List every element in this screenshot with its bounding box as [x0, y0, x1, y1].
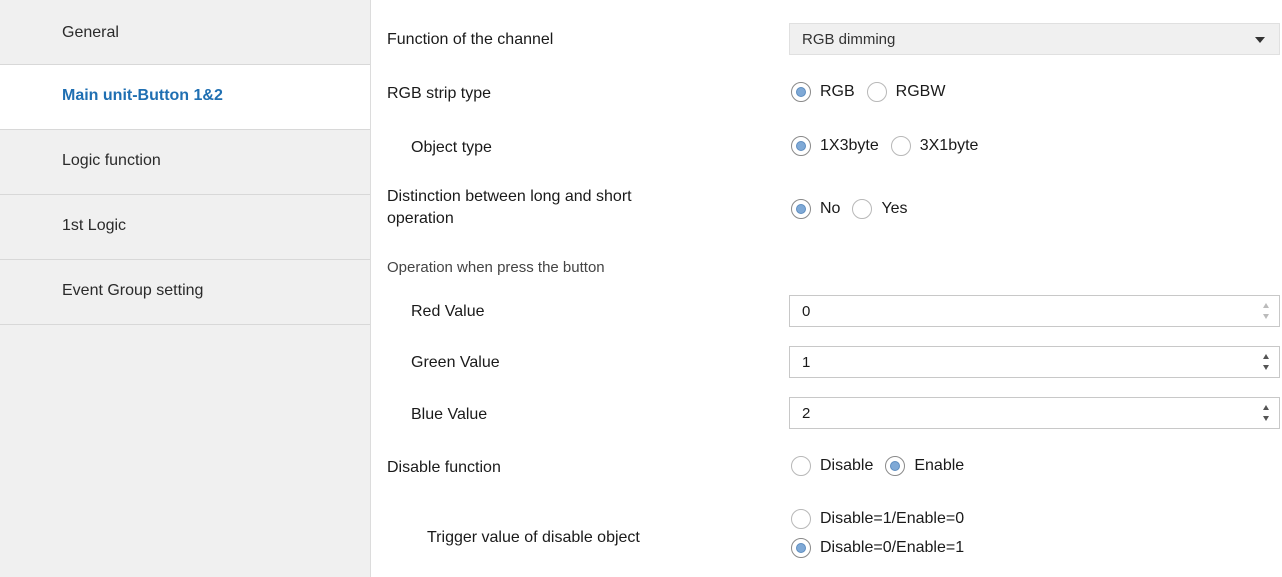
- distinction-option-yes[interactable]: Yes: [852, 199, 908, 219]
- blue-value-stepper[interactable]: 2: [789, 397, 1280, 429]
- operation-section-heading: Operation when press the button: [387, 259, 605, 276]
- sidebar: General Main unit-Button 1&2 Logic funct…: [0, 0, 371, 577]
- radio-checked-icon: [791, 82, 811, 102]
- green-value-stepper[interactable]: 1: [789, 346, 1280, 378]
- green-value-input[interactable]: 1: [802, 354, 810, 371]
- trigger-value-option-disable1-enable0[interactable]: Disable=1/Enable=0: [791, 509, 964, 529]
- option-label: 3X1byte: [919, 137, 979, 154]
- radio-checked-icon: [791, 538, 811, 558]
- object-type-option-1x3byte[interactable]: 1X3byte: [791, 136, 879, 156]
- trigger-value-option-disable0-enable1[interactable]: Disable=0/Enable=1: [791, 538, 964, 558]
- sidebar-item-main-unit-button[interactable]: Main unit-Button 1&2: [0, 65, 370, 130]
- radio-unchecked-icon: [866, 82, 887, 102]
- object-type-option-3x1byte[interactable]: 3X1byte: [890, 136, 979, 156]
- distinction-label-line1: Distinction between long and short: [387, 188, 632, 205]
- red-value-label: Red Value: [411, 303, 485, 320]
- trigger-value-label: Trigger value of disable object: [427, 529, 640, 546]
- sidebar-item-1st-logic[interactable]: 1st Logic: [0, 195, 370, 260]
- radio-checked-icon: [791, 136, 811, 156]
- sidebar-item-label: Main unit-Button 1&2: [62, 87, 223, 104]
- distinction-option-no[interactable]: No: [791, 199, 840, 219]
- sidebar-item-label: 1st Logic: [62, 217, 127, 234]
- radio-checked-icon: [885, 456, 906, 476]
- trigger-value-radio-group: Disable=1/Enable=0 Disable=0/Enable=1: [791, 509, 976, 567]
- strip-type-label: RGB strip type: [387, 85, 492, 102]
- red-value-input[interactable]: 0: [802, 303, 810, 320]
- function-channel-value: RGB dimming: [802, 31, 896, 48]
- blue-value-input[interactable]: 2: [802, 405, 810, 422]
- object-type-label: Object type: [411, 139, 492, 156]
- option-label: Yes: [881, 200, 908, 217]
- option-label: No: [820, 200, 841, 217]
- option-label: Enable: [914, 457, 965, 474]
- disable-function-option-disable[interactable]: Disable: [791, 456, 873, 476]
- radio-unchecked-icon: [791, 456, 811, 476]
- strip-type-option-rgbw[interactable]: RGBW: [866, 82, 946, 102]
- disable-function-radio-group: Disable Enable: [791, 456, 976, 476]
- spin-arrows-icon[interactable]: [1261, 301, 1273, 323]
- function-channel-select[interactable]: RGB dimming: [789, 23, 1280, 55]
- sidebar-item-label: General: [62, 24, 119, 41]
- option-label: Disable=1/Enable=0: [820, 510, 965, 527]
- red-value-stepper[interactable]: 0: [789, 295, 1280, 327]
- distinction-radio-group: No Yes: [791, 199, 920, 219]
- sidebar-item-event-group-setting[interactable]: Event Group setting: [0, 260, 370, 325]
- radio-unchecked-icon: [852, 199, 873, 219]
- option-label: Disable=0/Enable=1: [820, 539, 965, 556]
- green-value-label: Green Value: [411, 354, 500, 371]
- parameter-panel: Function of the channel RGB dimming RGB …: [371, 0, 1282, 577]
- function-channel-label: Function of the channel: [387, 31, 554, 48]
- disable-function-option-enable[interactable]: Enable: [885, 456, 964, 476]
- option-label: 1X3byte: [820, 137, 879, 154]
- option-label: RGBW: [895, 83, 946, 100]
- sidebar-item-general[interactable]: General: [0, 0, 370, 65]
- radio-checked-icon: [791, 199, 811, 219]
- blue-value-label: Blue Value: [411, 406, 488, 423]
- strip-type-radio-group: RGB RGBW: [791, 82, 957, 102]
- sidebar-item-label: Logic function: [62, 152, 161, 169]
- spin-arrows-icon[interactable]: [1261, 403, 1273, 425]
- chevron-down-icon: [1255, 37, 1265, 43]
- object-type-radio-group: 1X3byte 3X1byte: [791, 136, 990, 156]
- spin-arrows-icon[interactable]: [1261, 352, 1273, 374]
- radio-unchecked-icon: [791, 509, 811, 529]
- radio-unchecked-icon: [890, 136, 911, 156]
- disable-function-label: Disable function: [387, 459, 501, 476]
- option-label: Disable: [820, 457, 874, 474]
- distinction-label: Distinction between long and short opera…: [387, 186, 632, 230]
- sidebar-item-label: Event Group setting: [62, 282, 204, 299]
- option-label: RGB: [820, 83, 855, 100]
- strip-type-option-rgb[interactable]: RGB: [791, 82, 855, 102]
- sidebar-item-logic-function[interactable]: Logic function: [0, 130, 370, 195]
- distinction-label-line2: operation: [387, 210, 454, 227]
